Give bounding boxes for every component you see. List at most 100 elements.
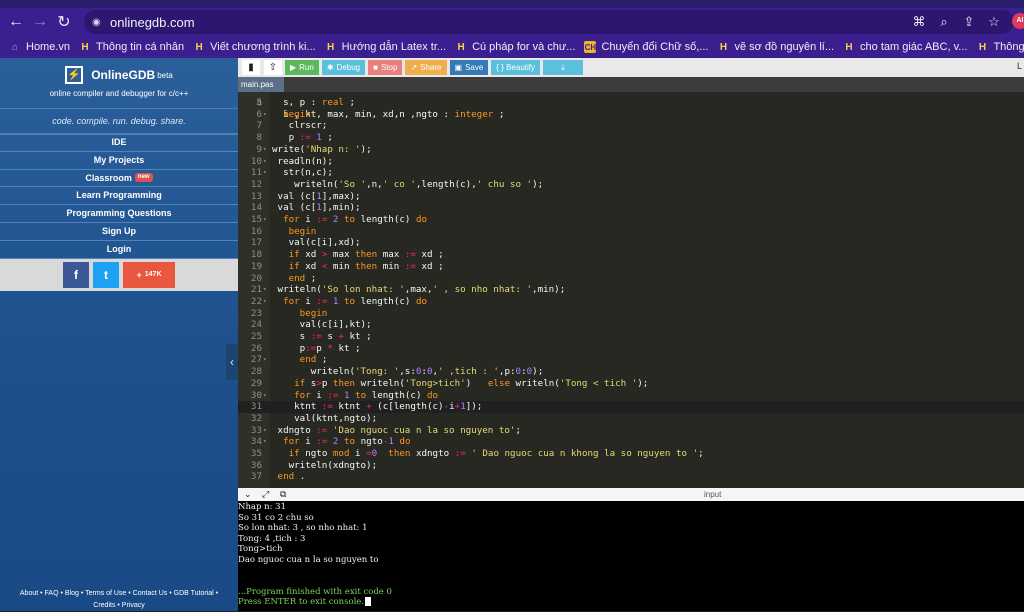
collapse-sidebar-icon[interactable]: ‹ bbox=[226, 344, 238, 380]
sidebar-item-sign-up[interactable]: Sign Up bbox=[0, 223, 238, 241]
console-line: So 31 co 2 chu so bbox=[238, 513, 314, 524]
sidebar-item-ide[interactable]: IDE bbox=[0, 134, 238, 152]
bookmark-item[interactable]: H Viết chương trình ki... bbox=[193, 41, 315, 53]
fold-arrow-icon[interactable]: ▾ bbox=[263, 354, 267, 366]
url-box[interactable]: ◉ onlinegdb.com ⌘ ⌕ ⇪ ☆ bbox=[84, 10, 1014, 34]
code-text: end ; bbox=[299, 354, 328, 366]
bookmark-item[interactable]: CH Chuyển đổi Chữ số,... bbox=[584, 41, 708, 53]
download-button[interactable]: ⤓ bbox=[543, 60, 583, 75]
code-text: p := 1 ; bbox=[272, 132, 333, 144]
onlinegdb-logo-icon: ⚡ bbox=[65, 66, 84, 84]
bookmark-item[interactable]: Hvẽ sơ đồ nguyên lí... bbox=[717, 41, 834, 53]
fold-arrow-icon[interactable]: ▾ bbox=[263, 167, 267, 179]
new-file-icon[interactable]: ▮ bbox=[242, 60, 260, 75]
bookmark-star-icon[interactable]: ☆ bbox=[985, 14, 1003, 30]
footer-line-2[interactable]: Credits • Privacy bbox=[0, 600, 238, 612]
share-count-button[interactable]: + 147K bbox=[123, 261, 175, 288]
twitter-icon[interactable]: t bbox=[93, 261, 119, 288]
fold-arrow-icon[interactable]: ▾ bbox=[263, 144, 267, 156]
console-output[interactable]: Nhap n: 31 So 31 co 2 chu so So lon nhat: … bbox=[238, 501, 1024, 611]
run-button[interactable]: ▶ Run bbox=[285, 60, 319, 75]
expand-icon[interactable]: ⤢ bbox=[262, 488, 269, 501]
code-line: 35 if ngto mod i =0 then xdngto := ' Dao… bbox=[238, 448, 1024, 460]
code-text: val(c[i],xd); bbox=[272, 237, 361, 249]
language-select[interactable]: L bbox=[1017, 61, 1022, 71]
bug-icon: ✱ bbox=[326, 63, 334, 72]
forward-icon[interactable]: → bbox=[28, 10, 52, 34]
code-line: 24 val(c[i],kt); bbox=[238, 319, 1024, 331]
chevron-down-icon[interactable]: ⌄ bbox=[244, 488, 252, 501]
sidebar-item-learn-programming[interactable]: Learn Programming bbox=[0, 187, 238, 206]
sidebar-item-classroom[interactable]: Classroom new bbox=[0, 170, 238, 188]
fold-arrow-icon[interactable]: ▾ bbox=[263, 214, 267, 226]
bookmark-label: Thông tin cá nhân bbox=[993, 41, 1024, 53]
site-info-icon[interactable]: ◉ bbox=[92, 17, 106, 28]
console-text: Tong: 4 ,tich : 3 bbox=[238, 533, 306, 544]
line-number: 25 bbox=[250, 331, 262, 342]
brand[interactable]: ⚡ OnlineGDB beta online compiler and deb… bbox=[0, 58, 238, 104]
code-line: 7 clrscr; bbox=[238, 120, 1024, 132]
play-icon: ▶ bbox=[290, 63, 297, 72]
code-text: begin bbox=[299, 307, 328, 319]
line-number: 16 bbox=[250, 225, 262, 237]
bookmark-item[interactable]: Hcho tam giác ABC, v... bbox=[843, 41, 967, 53]
console-line: Press ENTER to exit console. bbox=[238, 597, 372, 608]
line-number: 33 bbox=[250, 424, 262, 436]
bookmark-item[interactable]: H Thông tin cá nhân bbox=[976, 41, 1024, 53]
bookmark-item[interactable]: H Hướng dẫn Latex tr... bbox=[325, 41, 446, 53]
sidebar-item-label: Sign Up bbox=[102, 225, 136, 236]
profile-avatar[interactable]: AI bbox=[1012, 13, 1024, 29]
share-page-icon[interactable]: ⇪ bbox=[960, 14, 978, 30]
reload-icon[interactable]: ↻ bbox=[52, 10, 76, 34]
sidebar-item-programming-questions[interactable]: Programming Questions bbox=[0, 205, 238, 223]
debug-button[interactable]: ✱ Debug bbox=[321, 60, 366, 75]
fold-arrow-icon[interactable]: ▾ bbox=[263, 109, 267, 121]
code-text: val(c[i],kt); bbox=[272, 319, 372, 331]
code-line: 8 p := 1 ; bbox=[238, 132, 1024, 144]
back-icon[interactable]: ← bbox=[4, 10, 28, 34]
h-icon: H bbox=[81, 41, 89, 53]
line-number: 36 bbox=[250, 459, 262, 471]
line-number: 15 bbox=[250, 214, 262, 225]
fold-arrow-icon[interactable]: ▾ bbox=[263, 390, 267, 402]
fold-arrow-icon[interactable]: ▾ bbox=[263, 436, 267, 448]
code-text: readln(n); bbox=[272, 155, 333, 167]
code-line: 28 writeln('Tong: ',s:0:0,' ,tich : ',p:… bbox=[238, 366, 1024, 378]
fold-arrow-icon[interactable]: ▾ bbox=[263, 425, 267, 437]
code-line: 6 ▾ begin bbox=[238, 109, 1024, 121]
download-icon: ⤓ bbox=[561, 63, 565, 72]
bookmark-item[interactable]: H Thông tin cá nhân bbox=[79, 41, 184, 53]
line-number: 18 bbox=[250, 249, 262, 261]
code-text: for i := 1 to length(c) do bbox=[294, 389, 439, 401]
brand-subtitle: online compiler and debugger for c/c++ bbox=[49, 89, 189, 98]
zoom-icon[interactable]: ⌕ bbox=[935, 14, 953, 30]
fold-arrow-icon[interactable]: ▾ bbox=[263, 284, 267, 296]
fold-arrow-icon[interactable]: ▾ bbox=[263, 296, 267, 308]
line-number: 35 bbox=[250, 448, 262, 459]
sidebar-item-login[interactable]: Login bbox=[0, 241, 238, 259]
translate-icon[interactable]: ⌘ bbox=[910, 14, 928, 30]
stop-button[interactable]: ■ Stop bbox=[368, 60, 403, 75]
code-text: if ngto mod i =0 then xdngto := ' Dao ng… bbox=[288, 448, 704, 459]
fold-arrow-icon[interactable]: ▾ bbox=[263, 156, 267, 168]
sidebar-item-my-projects[interactable]: My Projects bbox=[0, 152, 238, 170]
tab-main-pas[interactable]: main.pas bbox=[238, 77, 284, 92]
share-button[interactable]: ↗ Share bbox=[405, 60, 447, 75]
bookmark-label: Viết chương trình ki... bbox=[210, 41, 316, 53]
save-button[interactable]: ▣ Save bbox=[449, 60, 489, 75]
footer-line-1[interactable]: About • FAQ • Blog • Terms of Use • Cont… bbox=[0, 588, 238, 600]
bookmark-item[interactable]: ⌂ Home.vn bbox=[9, 41, 70, 53]
upload-icon[interactable]: ⇧ bbox=[264, 60, 282, 75]
code-text: begin bbox=[288, 225, 317, 237]
bookmark-item[interactable]: H Cú pháp for và chư... bbox=[455, 41, 575, 53]
copy-icon[interactable]: ⧉ bbox=[280, 488, 286, 501]
console-line: Tong>tich bbox=[238, 544, 283, 555]
facebook-icon[interactable]: f bbox=[63, 261, 89, 288]
h-icon: H bbox=[845, 41, 853, 53]
url-text[interactable]: onlinegdb.com bbox=[110, 15, 195, 30]
sidebar: ⚡ OnlineGDB beta online compiler and deb… bbox=[0, 58, 238, 611]
code-editor[interactable]: 4 i , kt, max, min, xd,n ,ngto : integer… bbox=[238, 92, 1024, 488]
code-text: xdngto := 'Dao nguoc cua n la so nguyen … bbox=[272, 424, 521, 436]
beautify-button[interactable]: { } Beautify bbox=[491, 60, 540, 75]
code-line: 13 val (c[1],max); bbox=[238, 191, 1024, 203]
